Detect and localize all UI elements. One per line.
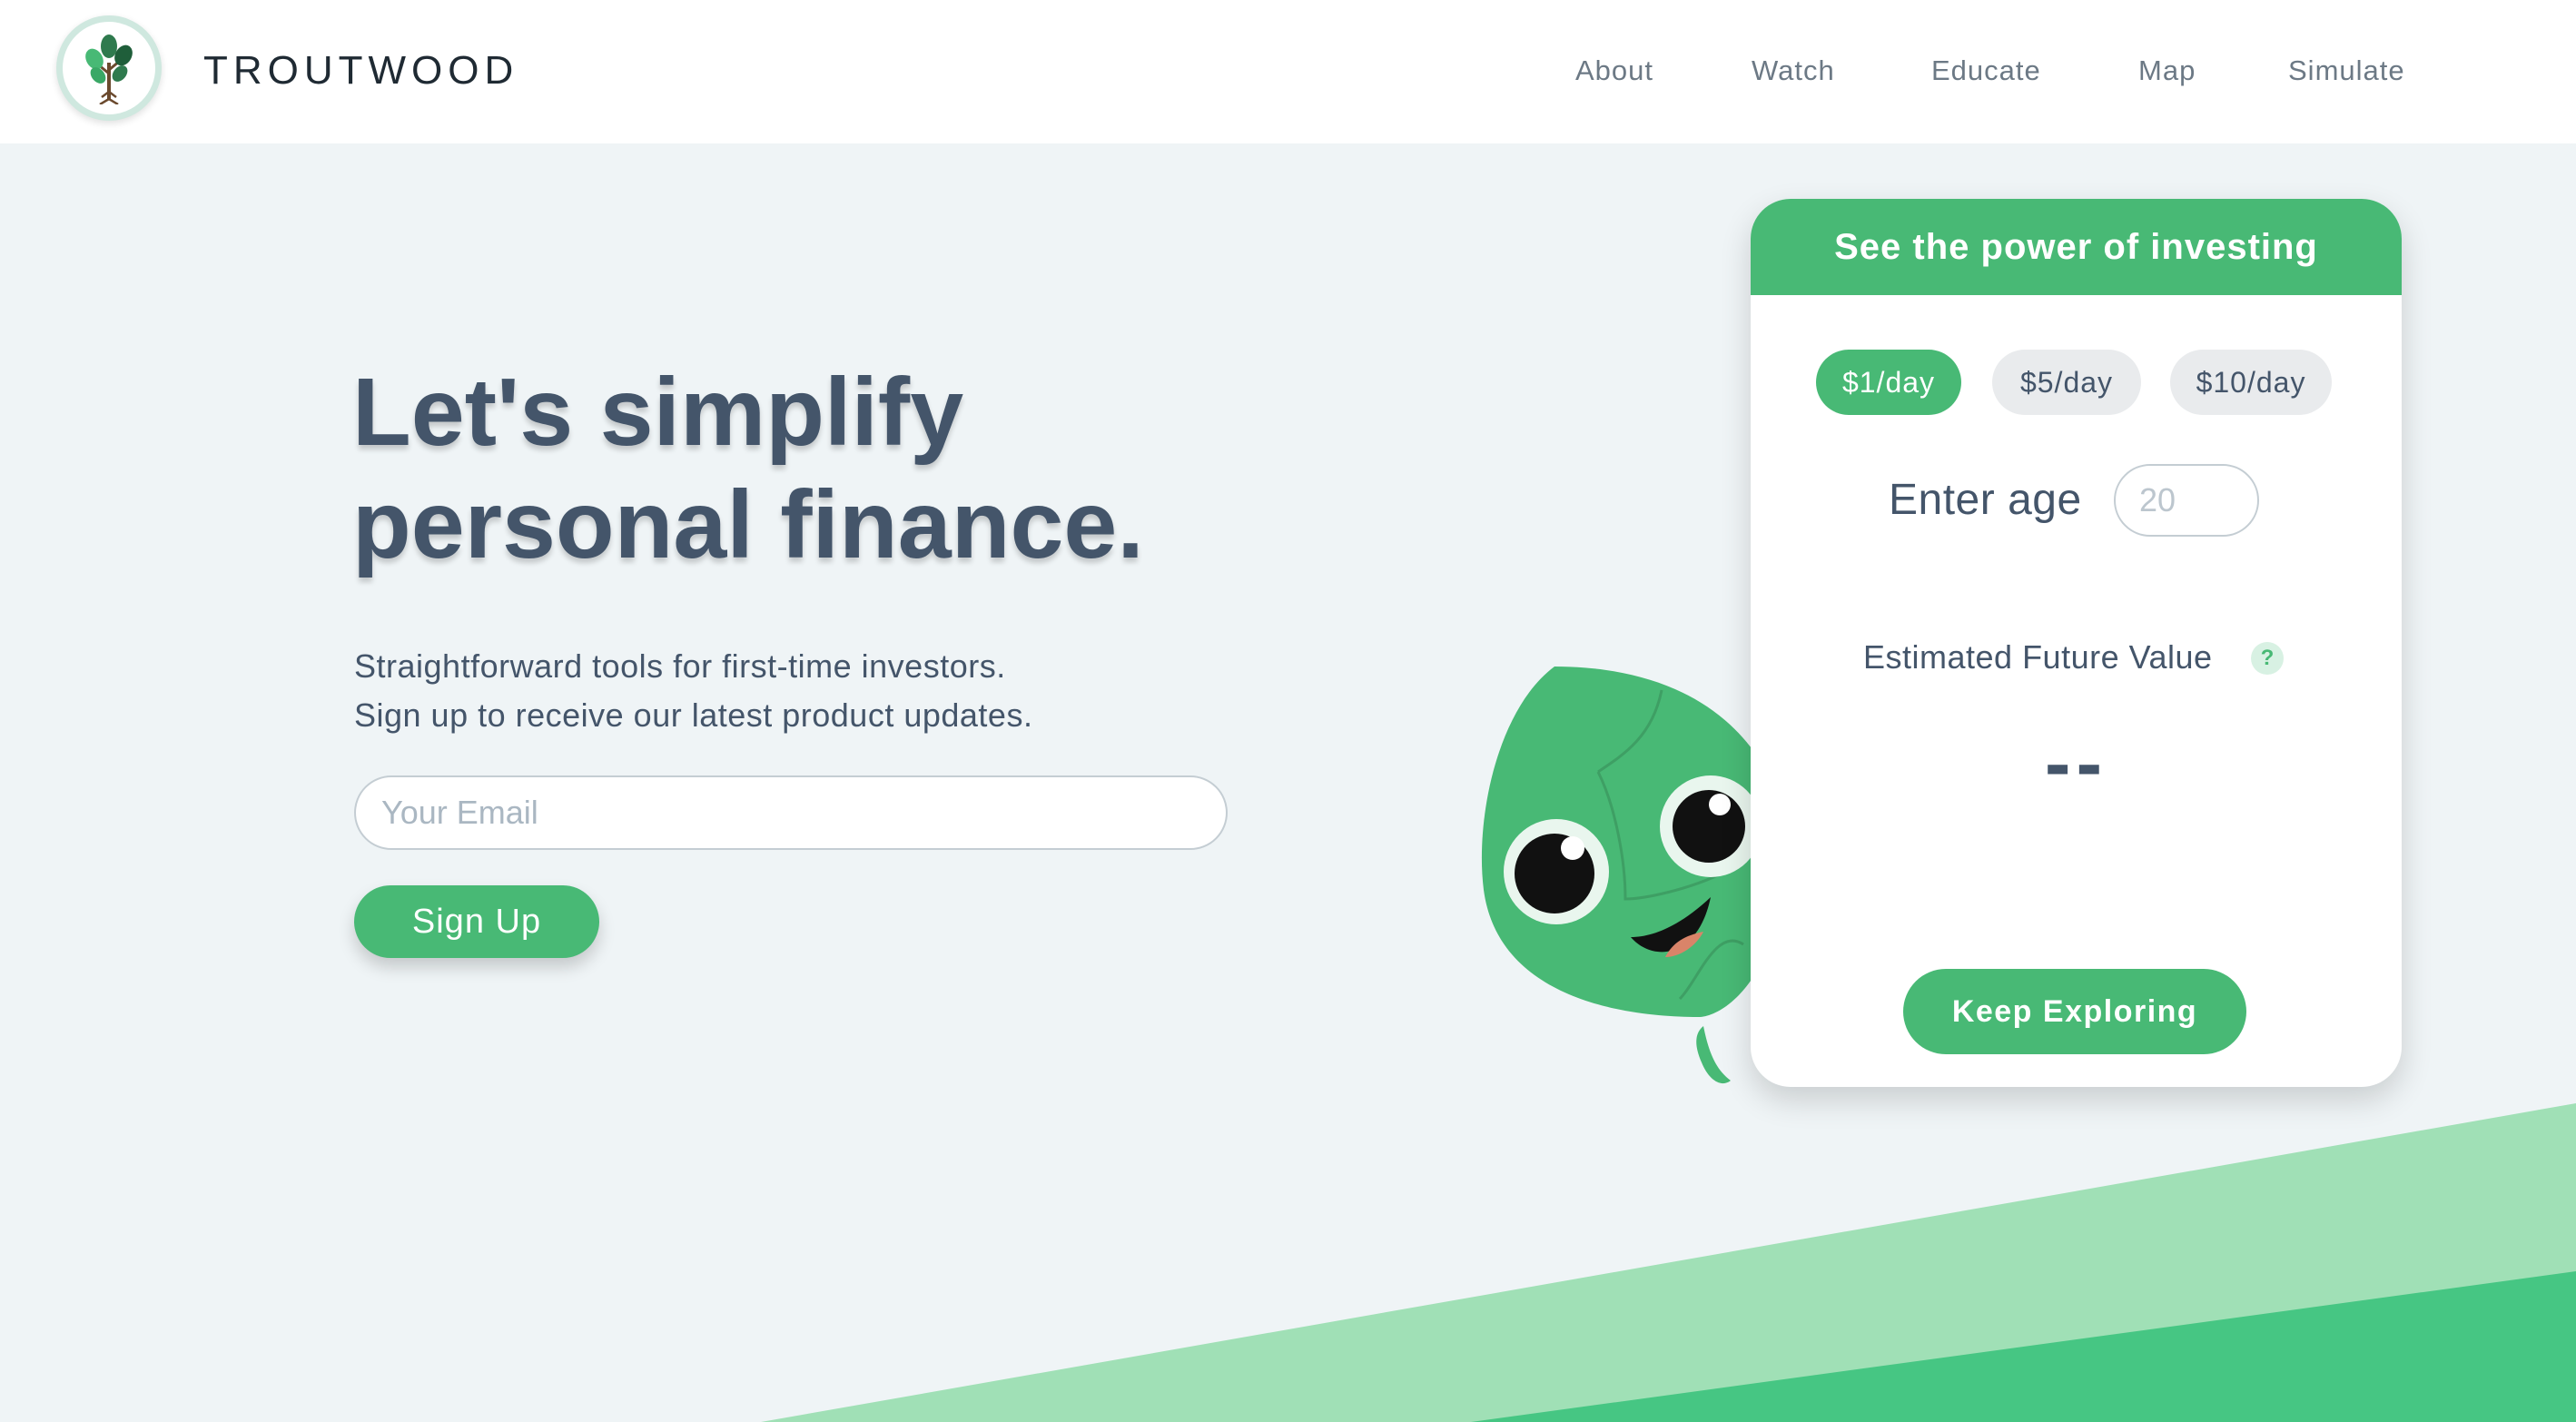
help-icon[interactable]: ? <box>2251 642 2284 675</box>
option-5-per-day[interactable]: $5/day <box>1992 350 2141 415</box>
future-value-result: -- <box>2044 720 2108 807</box>
age-label: Enter age <box>1889 476 2082 524</box>
nav-about[interactable]: About <box>1575 51 1653 91</box>
brand-wordmark[interactable]: TROUTWOOD <box>203 47 518 94</box>
logo-badge[interactable] <box>56 15 162 121</box>
option-1-per-day[interactable]: $1/day <box>1816 350 1961 415</box>
nav-simulate[interactable]: Simulate <box>2288 51 2405 91</box>
keep-exploring-button[interactable]: Keep Exploring <box>1903 969 2246 1054</box>
hero-subtitle-line-1: Straightforward tools for first-time inv… <box>354 647 1006 685</box>
age-input[interactable] <box>2114 464 2259 537</box>
calculator-title: See the power of investing <box>1751 199 2402 295</box>
hero-title: Let's simplify personal finance. <box>352 356 1260 581</box>
nav-watch[interactable]: Watch <box>1752 51 1835 91</box>
hero-subtitle-line-2: Sign up to receive our latest product up… <box>354 696 1033 734</box>
hero-title-line-2: personal finance. <box>352 471 1144 578</box>
leaf-mascot-icon <box>1481 667 1762 1084</box>
investing-calculator-card: See the power of investing $1/day $5/day… <box>1751 199 2402 1087</box>
nav-map[interactable]: Map <box>2138 51 2196 91</box>
nav-educate[interactable]: Educate <box>1931 51 2041 91</box>
signup-button[interactable]: Sign Up <box>354 885 599 958</box>
site-header: TROUTWOOD About Watch Educate Map Simula… <box>0 0 2576 143</box>
email-input[interactable] <box>354 775 1228 850</box>
tree-icon <box>85 35 133 104</box>
option-10-per-day[interactable]: $10/day <box>2170 350 2332 415</box>
future-value-label: Estimated Future Value <box>1863 638 2213 676</box>
hero-title-line-1: Let's simplify <box>352 359 964 466</box>
